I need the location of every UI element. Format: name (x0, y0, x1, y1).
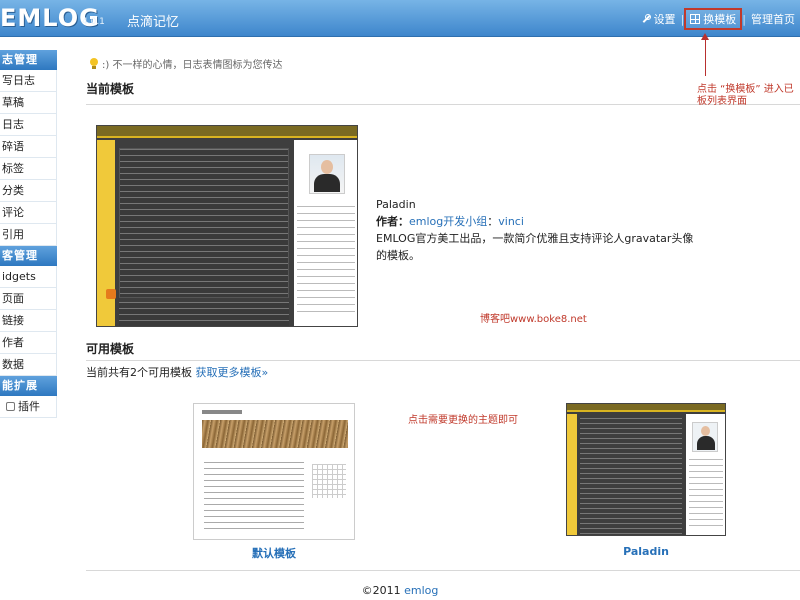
paladin-template-thumbnail[interactable] (566, 403, 726, 536)
preview-lines (689, 459, 723, 529)
settings-link[interactable]: 设置 (636, 11, 681, 27)
template-grid-icon (690, 14, 701, 24)
author-link[interactable]: emlog开发小组 (409, 215, 487, 228)
footer-copyright: ©2011 (361, 584, 401, 597)
sidebar-item-write-post[interactable]: 写日志 (0, 70, 57, 92)
sidebar: 志管理 写日志 草稿 日志 碎语 标签 分类 评论 引用 客管理 idgets … (0, 50, 57, 418)
preview-lines (297, 206, 355, 316)
thumb-banner (202, 420, 348, 448)
default-template-label[interactable]: 默认模板 (193, 545, 355, 561)
available-templates-heading: 可用模板 (86, 342, 135, 356)
author-name[interactable]: vinci (498, 215, 524, 228)
sidebar-item-widgets[interactable]: idgets (0, 266, 57, 288)
default-template-thumbnail[interactable] (193, 403, 355, 540)
get-more-templates-link[interactable]: 获取更多模板» (196, 366, 269, 379)
tip-text: :) 不一样的心情，日志表情图标为您传达 (102, 60, 283, 71)
preview-content (580, 418, 682, 514)
current-template-info: Paladin 作者：emlog开发小组：vinci EMLOG官方美工出品，一… (376, 196, 696, 264)
arrow-note-line1: 点击 “换模板” 进入已 (697, 84, 794, 95)
footer-emlog-link[interactable]: emlog (404, 584, 438, 597)
page-root: EMLOG 4.0.1 点滴记忆 设置 | 换模板 | 管理首页 志管理 写日志… (0, 0, 800, 600)
calendar-icon (312, 464, 346, 498)
lightbulb-icon (90, 57, 98, 70)
wrench-icon (641, 14, 651, 24)
plugin-icon (6, 402, 15, 411)
admin-home-link[interactable]: 管理首页 (746, 11, 800, 27)
tip-bar: :) 不一样的心情，日志表情图标为您传达 (90, 56, 282, 71)
current-template-author: 作者：emlog开发小组：vinci (376, 213, 696, 230)
settings-label: 设置 (653, 13, 676, 26)
sidebar-item-data[interactable]: 数据 (0, 354, 57, 376)
sidebar-item-drafts[interactable]: 草稿 (0, 92, 57, 114)
sidebar-item-authors[interactable]: 作者 (0, 332, 57, 354)
preview-face (321, 160, 333, 174)
divider (86, 570, 800, 571)
paladin-template-label[interactable]: Paladin (566, 545, 726, 558)
plugin-label: 插件 (18, 400, 40, 413)
sidebar-item-comments[interactable]: 评论 (0, 202, 57, 224)
sidebar-heading-blog: 客管理 (0, 246, 57, 266)
change-template-label: 换模板 (703, 13, 737, 26)
preview-leftcol (567, 414, 577, 535)
sidebar-item-pages[interactable]: 页面 (0, 288, 57, 310)
sidebar-heading-posts: 志管理 (0, 50, 57, 70)
watermark-note: 博客吧www.boke8.net (480, 314, 587, 325)
preview-content (580, 518, 682, 535)
preview-content (119, 148, 289, 298)
current-template-name: Paladin (376, 198, 416, 211)
sidebar-item-tags[interactable]: 标签 (0, 158, 57, 180)
preview-suit (314, 174, 340, 192)
top-links: 设置 | 换模板 | 管理首页 (636, 8, 800, 30)
sidebar-item-links[interactable]: 链接 (0, 310, 57, 332)
sidebar-item-posts[interactable]: 日志 (0, 114, 57, 136)
change-template-link[interactable]: 换模板 (684, 8, 743, 30)
template-count-text: 当前共有2个可用模板 (86, 366, 192, 379)
sidebar-heading-extensions: 能扩展 (0, 376, 57, 396)
preview-content (119, 302, 289, 326)
preview-suit (697, 436, 715, 450)
current-template-desc: EMLOG官方美工出品，一款简介优雅且支持评论人gravatar头像的模板。 (376, 232, 694, 262)
preview-topbar (567, 404, 725, 412)
arrow-line (705, 39, 706, 76)
blog-name[interactable]: 点滴记忆 (127, 11, 179, 30)
preview-face (701, 426, 710, 436)
template-count: 当前共有2个可用模板 获取更多模板» (86, 364, 268, 380)
divider (86, 104, 800, 105)
top-header: EMLOG 4.0.1 点滴记忆 设置 | 换模板 | 管理首页 (0, 0, 800, 37)
sidebar-item-categories[interactable]: 分类 (0, 180, 57, 202)
version-label: 4.0.1 (82, 17, 105, 27)
sidebar-item-plugins[interactable]: 插件 (0, 396, 57, 418)
rss-icon (106, 289, 116, 299)
author-sep: ： (487, 215, 499, 228)
divider (86, 360, 800, 361)
footer: ©2011 emlog (0, 584, 800, 597)
current-template-heading: 当前模板 (86, 82, 135, 96)
arrow-note-line2: 板列表界面 (697, 96, 747, 107)
arrow-note: 点击 “换模板” 进入已 板列表界面 (697, 84, 794, 108)
thumb-title (202, 410, 242, 414)
author-prefix: 作者： (376, 215, 409, 228)
current-template-screenshot (96, 125, 358, 327)
click-note: 点击需要更换的主题即可 (408, 415, 518, 426)
sidebar-item-twitter[interactable]: 碎语 (0, 136, 57, 158)
preview-topbar (97, 126, 357, 138)
sidebar-item-trackbacks[interactable]: 引用 (0, 224, 57, 246)
thumb-lines (204, 462, 304, 532)
